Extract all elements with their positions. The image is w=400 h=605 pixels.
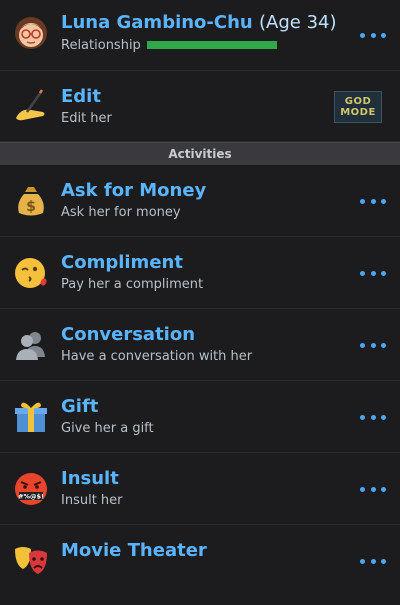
- more-options-button[interactable]: [360, 335, 386, 355]
- activity-row[interactable]: Compliment Pay her a compliment: [0, 237, 400, 309]
- activity-row[interactable]: Conversation Have a conversation with he…: [0, 309, 400, 381]
- activity-row[interactable]: #%@$! Insult Insult her: [0, 453, 400, 525]
- gift-icon: [12, 398, 50, 436]
- svg-text:#%@$!: #%@$!: [18, 493, 44, 501]
- edit-title: Edit: [61, 86, 101, 107]
- activity-row[interactable]: Movie Theater: [0, 525, 400, 605]
- activity-title: Movie Theater: [61, 540, 207, 561]
- more-options-button[interactable]: [360, 479, 386, 499]
- relationship-bar: [146, 40, 277, 49]
- relationship-label: Relationship: [61, 38, 141, 53]
- activity-subtitle: Pay her a compliment: [61, 277, 204, 292]
- god-mode-button[interactable]: GOD MODE: [334, 91, 382, 123]
- more-options-button[interactable]: [360, 551, 386, 571]
- more-options-button[interactable]: [360, 191, 386, 211]
- activity-subtitle: Have a conversation with her: [61, 349, 253, 364]
- edit-subtitle: Edit her: [61, 111, 112, 126]
- people-silhouette-icon: [12, 326, 50, 364]
- cursing-face-icon: #%@$!: [12, 470, 50, 508]
- activity-title: Insult: [61, 468, 119, 489]
- more-options-button[interactable]: [360, 407, 386, 427]
- character-age: (Age 34): [259, 12, 337, 33]
- more-options-button[interactable]: [360, 25, 386, 45]
- activity-subtitle: Ask her for money: [61, 205, 181, 220]
- writing-hand-icon: [12, 87, 50, 125]
- theater-masks-icon: [12, 542, 50, 580]
- more-options-button[interactable]: [360, 263, 386, 283]
- activity-title: Compliment: [61, 252, 183, 273]
- woman-avatar-icon: [12, 14, 50, 52]
- activity-title: Conversation: [61, 324, 196, 345]
- activity-row[interactable]: Gift Give her a gift: [0, 381, 400, 453]
- activity-title: Gift: [61, 396, 99, 417]
- activity-title: Ask for Money: [61, 180, 207, 201]
- kissing-face-icon: [12, 254, 50, 292]
- profile-header: Luna Gambino-Chu (Age 34) Relationship: [0, 0, 400, 71]
- character-name: Luna Gambino-Chu: [61, 12, 253, 33]
- activity-row[interactable]: $ Ask for Money Ask her for money: [0, 165, 400, 237]
- money-bag-icon: $: [12, 182, 50, 220]
- section-header: Activities: [0, 142, 400, 165]
- activity-subtitle: Give her a gift: [61, 421, 154, 436]
- activity-subtitle: Insult her: [61, 493, 123, 508]
- svg-text:$: $: [26, 199, 36, 215]
- edit-row[interactable]: Edit Edit her GOD MODE: [0, 71, 400, 142]
